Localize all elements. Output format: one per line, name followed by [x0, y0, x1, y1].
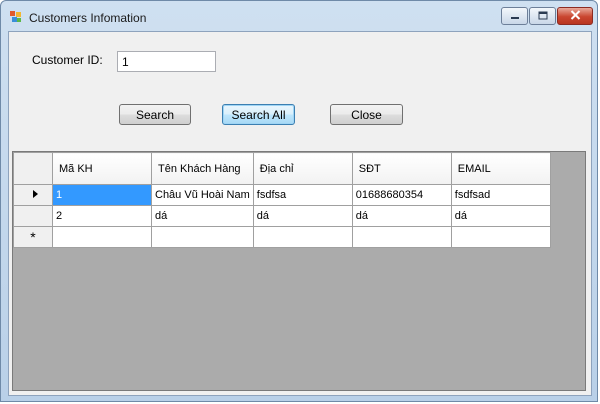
table-cell[interactable]: dá [151, 205, 254, 227]
column-header-dia-chi[interactable]: Địa chỉ [252, 152, 353, 185]
maximize-button[interactable] [529, 7, 556, 25]
minimize-button[interactable] [501, 7, 528, 25]
row-header[interactable] [13, 205, 53, 227]
search-all-button[interactable]: Search All [222, 104, 295, 125]
customers-data-grid[interactable]: Mã KH Tên Khách Hàng Địa chỉ SĐT EMAIL 1… [12, 151, 586, 391]
customers-table: Mã KH Tên Khách Hàng Địa chỉ SĐT EMAIL 1… [13, 152, 551, 248]
row-header-current[interactable] [13, 184, 53, 206]
customers-window: Customers Infomation Customer ID: Search… [0, 0, 598, 402]
customer-id-input[interactable] [117, 51, 216, 72]
close-icon [570, 9, 581, 23]
new-row-header[interactable]: * [13, 226, 53, 248]
column-header-ma-kh[interactable]: Mã KH [52, 152, 152, 185]
close-button[interactable]: Close [330, 104, 403, 125]
new-row-asterisk-icon: * [30, 229, 36, 245]
current-row-arrow-icon [32, 190, 38, 198]
table-cell[interactable] [151, 226, 254, 248]
table-cell[interactable]: dá [450, 205, 551, 227]
table-cell[interactable]: 2 [52, 205, 152, 227]
column-header-ten-khach-hang[interactable]: Tên Khách Hàng [151, 152, 254, 185]
maximize-icon [538, 9, 548, 23]
corner-header-cell[interactable] [13, 152, 53, 185]
table-cell[interactable]: dá [252, 205, 353, 227]
app-icon [9, 10, 23, 24]
new-row[interactable]: * [13, 226, 551, 248]
table-cell[interactable]: fsdfsad [450, 184, 551, 206]
column-header-email[interactable]: EMAIL [450, 152, 551, 185]
customer-id-label: Customer ID: [32, 53, 103, 67]
column-header-sdt[interactable]: SĐT [351, 152, 452, 185]
table-cell[interactable]: 01688680354 [351, 184, 452, 206]
table-cell[interactable] [252, 226, 353, 248]
table-cell[interactable] [450, 226, 551, 248]
table-cell[interactable]: dá [351, 205, 452, 227]
window-title: Customers Infomation [29, 11, 147, 25]
table-row[interactable]: 1 Châu Vũ Hoài Nam fsdfsa 01688680354 fs… [13, 184, 551, 206]
table-cell[interactable] [351, 226, 452, 248]
table-cell[interactable]: 1 [52, 184, 152, 206]
search-button[interactable]: Search [119, 104, 191, 125]
table-cell[interactable]: Châu Vũ Hoài Nam [151, 184, 254, 206]
title-bar[interactable]: Customers Infomation [1, 1, 597, 31]
table-cell[interactable] [52, 226, 152, 248]
table-cell[interactable]: fsdfsa [252, 184, 353, 206]
table-row[interactable]: 2 dá dá dá dá [13, 205, 551, 227]
form-client-area: Customer ID: Search Search All Close Mã … [8, 31, 592, 396]
header-row: Mã KH Tên Khách Hàng Địa chỉ SĐT EMAIL [13, 152, 551, 185]
close-window-button[interactable] [557, 7, 593, 25]
minimize-icon [510, 9, 520, 23]
